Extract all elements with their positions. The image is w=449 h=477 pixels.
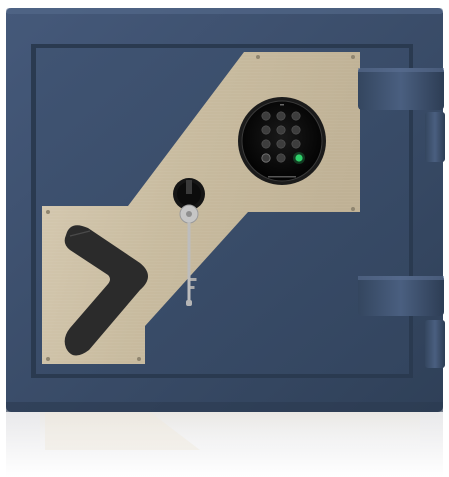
keypad-key-2[interactable] [276, 111, 286, 121]
keypad-key-4[interactable] [261, 125, 271, 135]
keypad-key-5[interactable] [276, 125, 286, 135]
keypad-key-3[interactable] [291, 111, 301, 121]
keypad-key-1[interactable] [261, 111, 271, 121]
keypad-key-6[interactable] [291, 125, 301, 135]
keypad-key-0[interactable] [276, 153, 286, 163]
keypad-clear-key[interactable] [261, 153, 271, 163]
keypad-key-9[interactable] [291, 139, 301, 149]
safe-illustration [6, 8, 445, 477]
keypad-key-8[interactable] [276, 139, 286, 149]
keypad-key-7[interactable] [261, 139, 271, 149]
product-photo [0, 0, 449, 477]
keypad-lock[interactable] [238, 97, 326, 185]
floor-reflection [6, 410, 443, 477]
